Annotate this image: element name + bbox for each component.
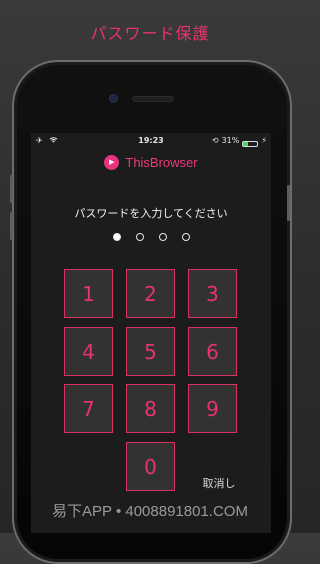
front-camera xyxy=(109,94,118,103)
earpiece-speaker xyxy=(132,96,174,102)
keypad-key-1[interactable]: 1 xyxy=(64,269,113,318)
keypad: 123 456 7890 xyxy=(31,133,271,533)
keypad-key-4[interactable]: 4 xyxy=(64,327,113,376)
keypad-key-6[interactable]: 6 xyxy=(188,327,237,376)
keypad-key-2[interactable]: 2 xyxy=(126,269,175,318)
keypad-key-7[interactable]: 7 xyxy=(64,384,113,433)
watermark-text: 易下APP • 4008891801.COM xyxy=(52,503,248,520)
keypad-key-9[interactable]: 9 xyxy=(188,384,237,433)
keypad-key-8[interactable]: 8 xyxy=(126,384,175,433)
power-button xyxy=(287,185,290,221)
keypad-key-0[interactable]: 0 xyxy=(126,442,175,491)
cancel-button[interactable]: 取消し xyxy=(199,475,239,491)
keypad-key-3[interactable]: 3 xyxy=(188,269,237,318)
volume-up-button xyxy=(10,175,13,203)
promo-banner-title: パスワード保護 xyxy=(90,24,210,43)
keypad-key-5[interactable]: 5 xyxy=(126,327,175,376)
phone-screen: ✈ 19:23 ⟲ 31% ⚡ ▶ ThisBrowser パスワードを入力して… xyxy=(31,133,271,533)
volume-down-button xyxy=(10,212,13,240)
